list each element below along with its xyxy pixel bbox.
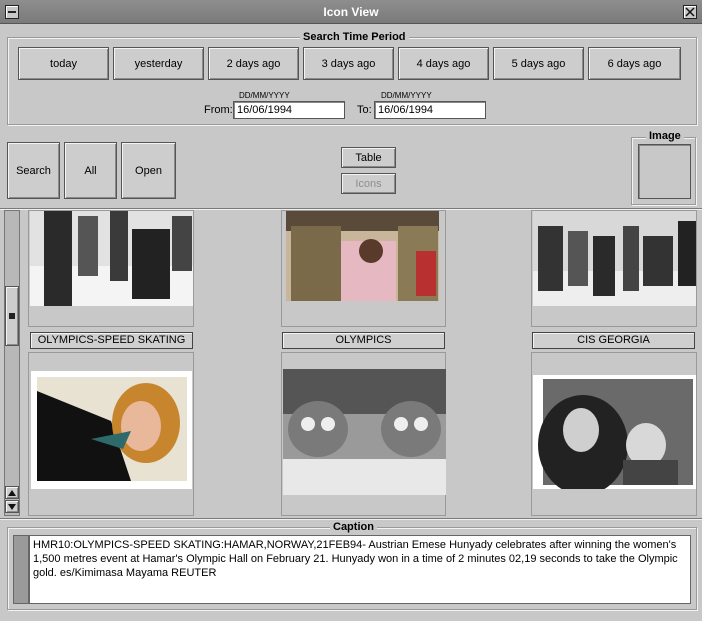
thumbnail-label[interactable]: OLYMPICS: [282, 332, 445, 349]
table-view-button[interactable]: Table: [341, 147, 396, 168]
thumbnail-card[interactable]: [281, 210, 446, 327]
thumbnail-card[interactable]: [531, 352, 697, 516]
five-days-ago-button[interactable]: 5 days ago: [493, 47, 584, 80]
street-photo: [533, 211, 696, 306]
yesterday-button[interactable]: yesterday: [113, 47, 204, 80]
six-days-ago-button[interactable]: 6 days ago: [588, 47, 681, 80]
arrow-up-icon: [8, 489, 16, 496]
two-days-ago-button[interactable]: 2 days ago: [208, 47, 299, 80]
thumbnail-label[interactable]: CIS GEORGIA: [532, 332, 695, 349]
thumbnail-image[interactable]: [533, 211, 696, 306]
thumbnail-card[interactable]: [531, 210, 697, 327]
image-preview: [638, 144, 691, 199]
divider: [0, 518, 702, 520]
thumbnail-label[interactable]: OLYMPICS-SPEED SKATING: [30, 332, 193, 349]
from-date-input[interactable]: [233, 101, 345, 119]
search-button[interactable]: Search: [7, 142, 60, 199]
close-button[interactable]: [683, 5, 697, 19]
thumbnail-card[interactable]: [281, 352, 446, 516]
scroll-up-button[interactable]: [5, 486, 19, 499]
three-days-ago-button[interactable]: 3 days ago: [303, 47, 394, 80]
scrollbar-thumb[interactable]: [5, 286, 19, 346]
thumbnail-card[interactable]: [28, 210, 194, 327]
caption-legend: Caption: [330, 521, 377, 533]
today-button[interactable]: today: [18, 47, 109, 80]
thumbnail-image[interactable]: [283, 369, 446, 495]
thumbnail-image[interactable]: [31, 371, 192, 489]
vertical-scrollbar[interactable]: [4, 210, 20, 516]
to-format-hint: DD/MM/YYYY: [381, 91, 432, 100]
thumbnail-image[interactable]: [286, 211, 439, 301]
all-button[interactable]: All: [64, 142, 117, 199]
window-menu-icon: [8, 11, 16, 13]
close-icon: [685, 7, 695, 17]
from-label: From:: [204, 104, 233, 116]
open-button[interactable]: Open: [121, 142, 176, 199]
crowd-photo: [286, 211, 439, 301]
thumbnail-card[interactable]: [28, 352, 194, 516]
window-menu-button[interactable]: [5, 5, 19, 19]
title-bar: Icon View: [0, 0, 702, 24]
scroll-grip-icon: [9, 313, 15, 319]
thumbnail-image[interactable]: [533, 375, 696, 489]
mascots-photo: [283, 369, 446, 495]
image-preview-legend: Image: [646, 130, 684, 142]
caption-text[interactable]: HMR10:OLYMPICS-SPEED SKATING:HAMAR,NORWA…: [29, 535, 691, 604]
four-days-ago-button[interactable]: 4 days ago: [398, 47, 489, 80]
caption-scrollbar[interactable]: [13, 535, 29, 604]
icons-view-button[interactable]: Icons: [341, 173, 396, 194]
arrow-down-icon: [8, 503, 16, 510]
to-date-input[interactable]: [374, 101, 486, 119]
woman-child-photo: [533, 375, 696, 489]
window-title: Icon View: [323, 5, 379, 19]
to-label: To:: [357, 104, 372, 116]
skater-portrait-photo: [31, 371, 192, 489]
search-period-legend: Search Time Period: [300, 31, 409, 43]
scroll-down-button[interactable]: [5, 500, 19, 513]
from-format-hint: DD/MM/YYYY: [239, 91, 290, 100]
skaters-photo: [30, 211, 193, 306]
thumbnail-image[interactable]: [30, 211, 193, 306]
